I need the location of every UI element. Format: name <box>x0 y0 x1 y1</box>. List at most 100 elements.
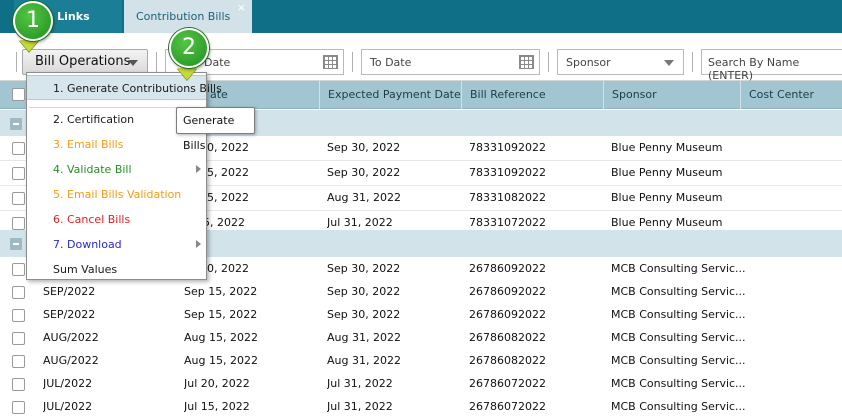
collapse-icon[interactable] <box>10 238 22 250</box>
row-checkbox[interactable] <box>12 192 25 205</box>
cell-bill-reference: 26786092022 <box>469 285 546 298</box>
row-checkbox[interactable] <box>12 332 25 345</box>
column-header-cost-center[interactable]: Cost Center <box>740 81 842 109</box>
submenu-arrow-icon <box>196 240 201 248</box>
sponsor-select[interactable]: Sponsor <box>557 49 684 75</box>
cell-bill-date: Aug 15, 2022 <box>184 331 258 344</box>
cell-bill-reference: 26786072022 <box>469 400 546 413</box>
toolbar-separator <box>16 52 17 72</box>
calendar-icon[interactable] <box>519 55 534 69</box>
cell-period: SEP/2022 <box>43 308 96 321</box>
chevron-down-icon <box>664 60 674 66</box>
cell-period: JUL/2022 <box>43 400 93 413</box>
cell-sponsor: MCB Consulting Servic... <box>611 262 746 275</box>
collapse-icon[interactable] <box>10 118 22 130</box>
cell-sponsor: MCB Consulting Servic... <box>611 377 746 390</box>
cell-bill-date: Sep 15, 2022 <box>184 285 258 298</box>
menu-item-label: 3. Email Bills <box>53 138 124 151</box>
tab-bar: bers Links Contribution Bills × <box>0 0 842 33</box>
search-input[interactable]: Search By Name (ENTER) <box>701 49 842 82</box>
menu-item-validate-bill[interactable]: 4. Validate Bill <box>27 157 206 182</box>
step-1-pointer <box>19 40 39 52</box>
cell-bill-reference: 78331092022 <box>469 166 546 179</box>
row-checkbox[interactable] <box>12 401 25 414</box>
close-icon[interactable]: × <box>237 0 246 24</box>
step-2-badge: 2 <box>169 28 209 68</box>
table-row[interactable]: AUG/2022 Aug 15, 2022 Aug 31, 2022 26786… <box>0 349 842 374</box>
cell-expected-payment-date: Aug 31, 2022 <box>327 191 401 204</box>
cell-bill-date: Sep 15, 2022 <box>184 308 258 321</box>
menu-item-label: Sum Values <box>53 263 118 276</box>
cell-bill-reference: 26786092022 <box>469 308 546 321</box>
row-checkbox[interactable] <box>12 286 25 299</box>
row-checkbox[interactable] <box>12 355 25 368</box>
cell-sponsor: MCB Consulting Servic... <box>611 308 746 321</box>
select-all-checkbox[interactable] <box>12 88 25 101</box>
cell-bill-date: Aug 15, 2022 <box>184 354 258 367</box>
to-date-placeholder: To Date <box>370 56 412 69</box>
column-header-sponsor[interactable]: Sponsor <box>603 81 740 109</box>
cell-expected-payment-date: Sep 30, 2022 <box>327 141 401 154</box>
cell-bill-reference: 78331082022 <box>469 191 546 204</box>
cell-period: AUG/2022 <box>43 331 99 344</box>
calendar-icon[interactable] <box>323 55 338 69</box>
table-row[interactable]: JUL/2022 Jul 20, 2022 Jul 31, 2022 26786… <box>0 372 842 397</box>
submenu-arrow-icon <box>196 165 201 173</box>
cell-period: AUG/2022 <box>43 354 99 367</box>
row-checkbox[interactable] <box>12 217 25 230</box>
cell-expected-payment-date: Sep 30, 2022 <box>327 166 401 179</box>
cell-sponsor: Blue Penny Museum <box>611 141 723 154</box>
row-checkbox[interactable] <box>12 378 25 391</box>
menu-item-label: 4. Validate Bill <box>53 163 132 176</box>
menu-item-download[interactable]: 7. Download <box>27 232 206 257</box>
menu-item-sum-values[interactable]: Sum Values <box>27 257 206 282</box>
tab-contribution-bills-label: Contribution Bills <box>136 10 231 23</box>
cell-sponsor: MCB Consulting Servic... <box>611 331 746 344</box>
menu-item-label: 7. Download <box>53 238 122 251</box>
tooltip: Generate Bills <box>176 107 255 152</box>
cell-expected-payment-date: Sep 30, 2022 <box>327 308 401 321</box>
row-checkbox[interactable] <box>12 309 25 322</box>
cell-expected-payment-date: Aug 31, 2022 <box>327 331 401 344</box>
row-checkbox[interactable] <box>12 263 25 276</box>
toolbar-separator <box>352 52 353 72</box>
cell-expected-payment-date: Sep 30, 2022 <box>327 262 401 275</box>
step-1-badge: 1 <box>13 1 53 41</box>
table-row[interactable]: JUL/2022 Jul 15, 2022 Jul 31, 2022 26786… <box>0 395 842 418</box>
menu-item-email-bills-validation[interactable]: 5. Email Bills Validation <box>27 182 206 207</box>
menu-item-label: 2. Certification <box>53 113 135 126</box>
cell-period: JUL/2022 <box>43 377 93 390</box>
cell-sponsor: MCB Consulting Servic... <box>611 354 746 367</box>
sponsor-placeholder: Sponsor <box>566 56 611 69</box>
table-row[interactable]: SEP/2022 Sep 15, 2022 Sep 30, 2022 26786… <box>0 303 842 328</box>
row-checkbox[interactable] <box>12 142 25 155</box>
cell-expected-payment-date: Sep 30, 2022 <box>327 285 401 298</box>
cell-sponsor: Blue Penny Museum <box>611 166 723 179</box>
menu-item-email-bills[interactable]: 3. Email Bills <box>27 132 206 157</box>
cell-bill-reference: 26786082022 <box>469 331 546 344</box>
table-row[interactable]: SEP/2022 Sep 15, 2022 Sep 30, 2022 26786… <box>0 280 842 305</box>
step-2-pointer <box>177 68 197 80</box>
cell-sponsor: MCB Consulting Servic... <box>611 285 746 298</box>
cell-sponsor: MCB Consulting Servic... <box>611 400 746 413</box>
toolbar-separator <box>156 52 157 72</box>
from-date-placeholder: Date <box>204 56 231 69</box>
menu-item-label: 6. Cancel Bills <box>53 213 131 226</box>
column-header-bill-reference[interactable]: Bill Reference <box>461 81 603 109</box>
menu-item-label: 1. Generate Contributions Bills <box>53 82 222 95</box>
search-placeholder: Search By Name (ENTER) <box>708 56 800 82</box>
menu-item-cancel-bills[interactable]: 6. Cancel Bills <box>27 207 206 232</box>
row-checkbox[interactable] <box>12 167 25 180</box>
column-header-expected-payment-date[interactable]: Expected Payment Date <box>319 81 461 109</box>
to-date-field[interactable]: To Date <box>361 49 540 75</box>
cell-bill-reference: 78331092022 <box>469 141 546 154</box>
table-row[interactable]: AUG/2022 Aug 15, 2022 Aug 31, 2022 26786… <box>0 326 842 351</box>
cell-period: SEP/2022 <box>43 285 96 298</box>
cell-bill-date: Jul 20, 2022 <box>184 377 250 390</box>
caret-down-icon <box>128 60 138 66</box>
cell-sponsor: Blue Penny Museum <box>611 191 723 204</box>
menu-item-label: 5. Email Bills Validation <box>53 188 182 201</box>
cell-expected-payment-date: Jul 31, 2022 <box>327 377 393 390</box>
toolbar-separator <box>548 52 549 72</box>
cell-expected-payment-date: Aug 31, 2022 <box>327 354 401 367</box>
